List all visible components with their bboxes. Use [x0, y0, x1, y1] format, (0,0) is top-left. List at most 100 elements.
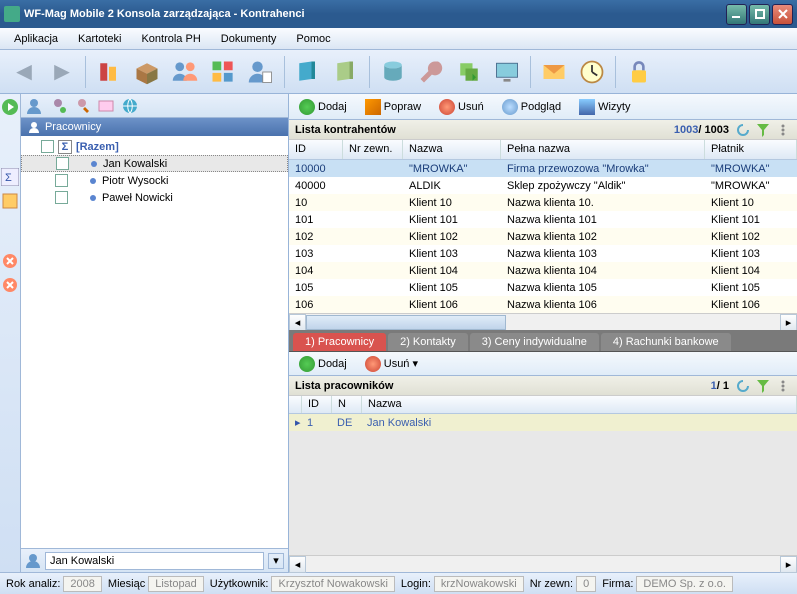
grid-row[interactable]: 103Klient 103Nazwa klienta 103Klient 103 [289, 245, 797, 262]
detail-tabs: 1) Pracownicy 2) Kontakty 3) Ceny indywi… [289, 330, 797, 352]
col-ext[interactable]: Nr zewn. [343, 140, 403, 159]
more-icon[interactable] [775, 378, 791, 394]
checkbox[interactable] [55, 174, 68, 187]
grid-row[interactable]: 10000"MROWKA"Firma przewozowa "Mrowka""M… [289, 160, 797, 177]
sidetab-edit-icon[interactable] [73, 97, 91, 115]
tb-book1-icon[interactable] [290, 54, 326, 90]
scroll-left-button[interactable]: ◂ [289, 314, 306, 331]
checkbox[interactable] [55, 191, 68, 204]
grid-row[interactable]: 105Klient 105Nazwa klienta 105Klient 105 [289, 279, 797, 296]
sub-delete-button[interactable]: Usuń ▾ [361, 354, 422, 374]
filter-icon[interactable] [755, 378, 771, 394]
strip-go-icon[interactable] [1, 98, 19, 116]
refresh-icon[interactable] [735, 122, 751, 138]
dropdown-button[interactable]: ▾ [268, 553, 284, 569]
menu-dokumenty[interactable]: Dokumenty [211, 30, 287, 48]
subcol-id[interactable]: ID [302, 396, 332, 413]
strip-box-icon[interactable] [1, 192, 19, 210]
minimize-button[interactable] [726, 4, 747, 25]
checkbox[interactable] [56, 157, 69, 170]
subcol-n[interactable]: N [332, 396, 362, 413]
grid-row[interactable]: 104Klient 104Nazwa klienta 104Klient 104 [289, 262, 797, 279]
tb-mail-icon[interactable] [536, 54, 572, 90]
sidetab-person-icon[interactable] [25, 97, 43, 115]
status-month: Listopad [148, 576, 204, 592]
maximize-button[interactable] [749, 4, 770, 25]
tb-building-icon[interactable] [91, 54, 127, 90]
tree-item[interactable]: Paweł Nowicki [21, 189, 288, 206]
employee-select-input[interactable] [45, 552, 264, 570]
refresh-icon[interactable] [735, 378, 751, 394]
tb-userdoc-icon[interactable] [243, 54, 279, 90]
sidetab-card-icon[interactable] [97, 97, 115, 115]
edit-button[interactable]: Popraw [361, 97, 425, 117]
tb-cubes-icon[interactable] [205, 54, 241, 90]
col-fullname[interactable]: Pełna nazwa [501, 140, 705, 159]
tb-book2-icon[interactable] [328, 54, 364, 90]
tb-clock-icon[interactable] [574, 54, 610, 90]
content-area: Dodaj Popraw Usuń Podgląd Wizyty Lista k… [289, 94, 797, 572]
filter-icon[interactable] [755, 122, 771, 138]
visits-button[interactable]: Wizyty [575, 97, 634, 117]
sub-horizontal-scrollbar[interactable]: ◂ ▸ [289, 555, 797, 572]
list-title: Lista kontrahentów [295, 124, 396, 136]
left-tool-strip: Σ [0, 94, 21, 572]
strip-sigma-icon[interactable]: Σ [1, 168, 19, 186]
sub-add-button[interactable]: Dodaj [295, 354, 351, 374]
svg-text:Σ: Σ [5, 172, 12, 184]
tree-item[interactable]: Piotr Wysocki [21, 172, 288, 189]
grid-row[interactable]: 102Klient 102Nazwa klienta 102Klient 102 [289, 228, 797, 245]
nav-back-button[interactable]: ◄ [6, 54, 42, 90]
tb-people-icon[interactable] [167, 54, 203, 90]
tb-screen-icon[interactable] [489, 54, 525, 90]
grid-row[interactable]: 106Klient 106Nazwa klienta 106Klient 106 [289, 296, 797, 313]
tb-wrench-icon[interactable] [413, 54, 449, 90]
menu-pomoc[interactable]: Pomoc [286, 30, 340, 48]
col-payer[interactable]: Płatnik [705, 140, 797, 159]
scroll-thumb[interactable] [306, 315, 506, 330]
sidetab-globe-icon[interactable] [121, 97, 139, 115]
checkbox[interactable] [41, 140, 54, 153]
actionbar: Dodaj Popraw Usuń Podgląd Wizyty [289, 94, 797, 120]
horizontal-scrollbar[interactable]: ◂ ▸ [289, 313, 797, 330]
tree-razem[interactable]: Σ [Razem] [21, 138, 288, 155]
tb-sync-icon[interactable] [451, 54, 487, 90]
tab-contacts[interactable]: 2) Kontakty [388, 333, 468, 351]
more-icon[interactable] [775, 122, 791, 138]
nav-forward-button[interactable]: ► [44, 54, 80, 90]
menu-kartoteki[interactable]: Kartoteki [68, 30, 131, 48]
tab-employees[interactable]: 1) Pracownicy [293, 333, 386, 351]
tb-box-icon[interactable] [129, 54, 165, 90]
sidetab-plus-icon[interactable] [49, 97, 67, 115]
sigma-icon: Σ [58, 140, 72, 154]
strip-del2-icon[interactable] [1, 276, 19, 294]
view-button[interactable]: Podgląd [498, 97, 565, 117]
bullet-icon [90, 178, 96, 184]
strip-del1-icon[interactable] [1, 252, 19, 270]
tb-database-icon[interactable] [375, 54, 411, 90]
delete-button[interactable]: Usuń [435, 97, 488, 117]
subgrid-row[interactable]: ▸ 1 DE Jan Kowalski [289, 414, 797, 431]
status-ext: 0 [576, 576, 596, 592]
add-button[interactable]: Dodaj [295, 97, 351, 117]
tab-accounts[interactable]: 4) Rachunki bankowe [601, 333, 731, 351]
employee-tree[interactable]: Σ [Razem] Jan Kowalski Piotr Wysocki Paw… [21, 136, 288, 548]
tab-prices[interactable]: 3) Ceny indywidualne [470, 333, 599, 351]
subcol-name[interactable]: Nazwa [362, 396, 797, 413]
grid-row[interactable]: 10Klient 10Nazwa klienta 10.Klient 10 [289, 194, 797, 211]
grid-header: ID Nr zewn. Nazwa Pełna nazwa Płatnik [289, 140, 797, 160]
menu-kontrola[interactable]: Kontrola PH [131, 30, 210, 48]
col-id[interactable]: ID [289, 140, 343, 159]
tb-lock-icon[interactable] [621, 54, 657, 90]
grid-row[interactable]: 101Klient 101Nazwa klienta 101Klient 101 [289, 211, 797, 228]
sidebar-footer: ▾ [21, 548, 288, 572]
scroll-right-button[interactable]: ▸ [780, 314, 797, 331]
titlebar: WF-Mag Mobile 2 Konsola zarządzająca - K… [0, 0, 797, 28]
statusbar: Rok analiz:2008 MiesiącListopad Użytkown… [0, 572, 797, 594]
menu-aplikacja[interactable]: Aplikacja [4, 30, 68, 48]
grid-body[interactable]: 10000"MROWKA"Firma przewozowa "Mrowka""M… [289, 160, 797, 313]
tree-item[interactable]: Jan Kowalski [21, 155, 288, 172]
grid-row[interactable]: 40000ALDIKSklep zpożywczy "Aldik""MROWKA… [289, 177, 797, 194]
close-button[interactable] [772, 4, 793, 25]
col-name[interactable]: Nazwa [403, 140, 501, 159]
